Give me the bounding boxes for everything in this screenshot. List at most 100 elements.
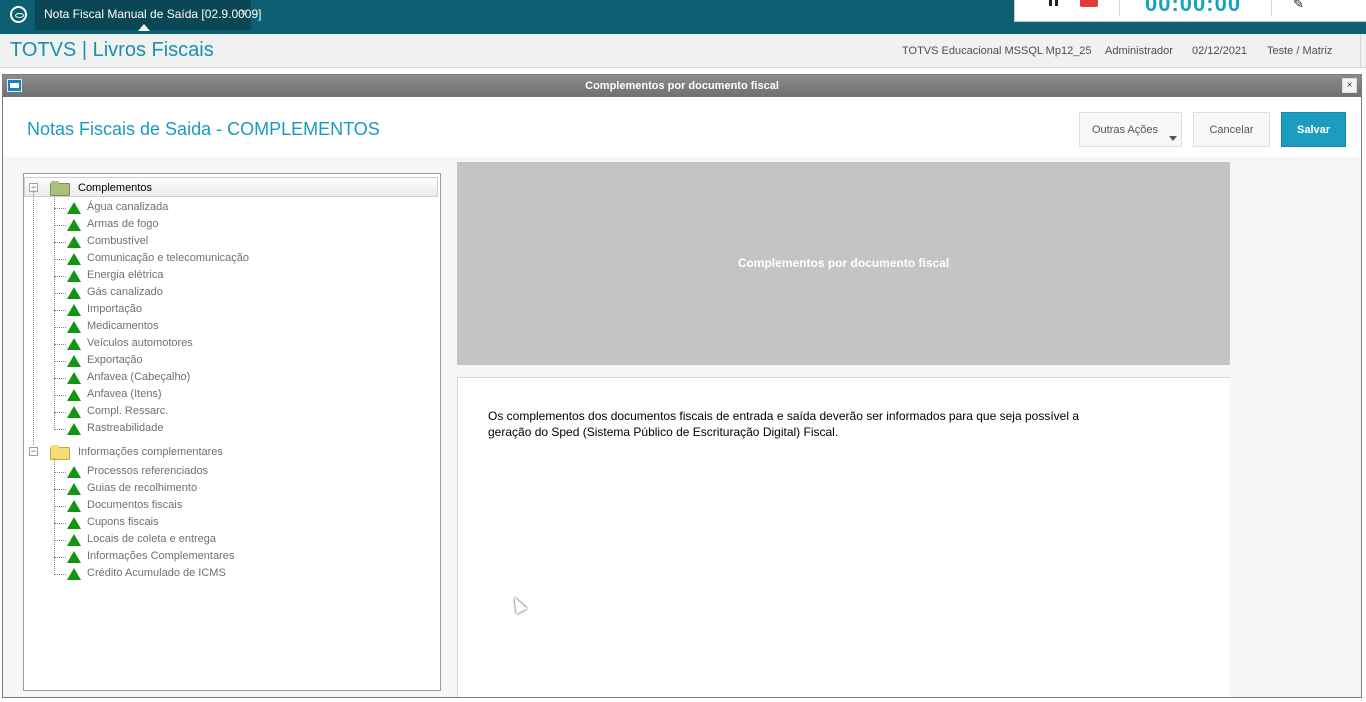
tree-item-label: Água canalizada (87, 201, 169, 213)
status-triangle-icon (67, 423, 81, 435)
tree-item[interactable]: Locais de coleta e entrega (54, 532, 424, 549)
recording-timer: 00:00:00 (1145, 0, 1242, 16)
dialog-close-button[interactable]: × (1342, 78, 1357, 93)
pen-icon[interactable]: ✎ (1293, 0, 1304, 12)
totvs-logo-icon (10, 6, 27, 23)
page-heading: Notas Fiscais de Saida - COMPLEMENTOS (27, 119, 380, 139)
tree-item-label: Comunicação e telecomunicação (87, 252, 250, 264)
dialog-title: Complementos por documento fiscal (585, 80, 779, 92)
tree-item[interactable]: Gás canalizado (54, 285, 424, 302)
tree-connector (54, 506, 66, 507)
status-triangle-icon (67, 253, 81, 265)
status-triangle-icon (67, 466, 81, 478)
tree-item[interactable]: Comunicação e telecomunicação (54, 251, 424, 268)
tree-item[interactable]: Crédito Acumulado de ICMS (54, 566, 424, 583)
tree-item[interactable]: Documentos fiscais (54, 498, 424, 515)
tree-connector (54, 378, 66, 379)
folder-icon (50, 181, 70, 196)
complementos-tree[interactable]: − Complementos Água canalizada Armas de fog… (23, 173, 441, 691)
tree-connector (54, 574, 66, 575)
app-title: TOTVS | Livros Fiscais (10, 39, 214, 61)
tree-item-label: Combustível (87, 235, 149, 247)
top-tab-bar: Nota Fiscal Manual de Saída [02.9.0009] … (0, 0, 1366, 34)
tree-connector (54, 344, 66, 345)
tree-item-label: Crédito Acumulado de ICMS (87, 567, 226, 579)
status-triangle-icon (67, 389, 81, 401)
tree-item-label: Processos referenciados (87, 465, 209, 477)
tree-item[interactable]: Combustível (54, 234, 424, 251)
banner-title: Complementos por documento fiscal (737, 256, 950, 270)
tree-item-label: Exportação (87, 354, 143, 366)
tree-item[interactable]: Compl. Ressarc. (54, 404, 424, 421)
company-label: Teste / Matriz (1267, 45, 1333, 57)
complementos-dialog: Complementos por documento fiscal × Nota… (2, 74, 1362, 698)
description-panel: Os complementos dos documentos fiscais d… (457, 377, 1230, 697)
tree-item-label: Armas de fogo (87, 218, 159, 230)
other-actions-button[interactable]: Outras Ações (1079, 112, 1182, 147)
dialog-body: − Complementos Água canalizada Armas de fog… (3, 157, 1361, 697)
tree-item-label: Guias de recolhimento (87, 482, 198, 494)
status-triangle-icon (67, 321, 81, 333)
save-button[interactable]: Salvar (1281, 112, 1346, 147)
status-triangle-icon (67, 483, 81, 495)
tree-connector (54, 276, 66, 277)
active-tab-pointer-icon (138, 24, 150, 31)
tree-connector (54, 225, 66, 226)
tree-item[interactable]: Veículos automotores (54, 336, 424, 353)
tree-item[interactable]: Rastreabilidade (54, 421, 424, 438)
tree-item[interactable]: Cupons fiscais (54, 515, 424, 532)
status-triangle-icon (67, 355, 81, 367)
status-triangle-icon (67, 270, 81, 282)
status-triangle-icon (67, 372, 81, 384)
tree-connector (54, 523, 66, 524)
dialog-title-bar[interactable]: Complementos por documento fiscal × (3, 75, 1361, 97)
tree-item-label: Veículos automotores (87, 337, 193, 349)
status-triangle-icon (67, 219, 81, 231)
tree-item-label: Cupons fiscais (87, 516, 159, 528)
tree-item[interactable]: Anfavea (Itens) (54, 387, 424, 404)
tree-connector (54, 242, 66, 243)
tree-item-label: Compl. Ressarc. (87, 405, 169, 417)
tree-expander-icon[interactable]: − (29, 447, 38, 456)
tree-item[interactable]: Armas de fogo (54, 217, 424, 234)
tree-item[interactable]: Exportação (54, 353, 424, 370)
tree-item[interactable]: Energia elétrica (54, 268, 424, 285)
tree-root-connector (33, 190, 34, 445)
status-triangle-icon (67, 500, 81, 512)
description-line-1: Os complementos dos documentos fiscais d… (488, 409, 1079, 423)
tree-connector (54, 327, 66, 328)
tab-title: Nota Fiscal Manual de Saída [02.9.0009] (44, 7, 262, 21)
status-triangle-icon (67, 406, 81, 418)
tree-connector (54, 395, 66, 396)
pause-icon[interactable] (1049, 0, 1058, 6)
tree-item[interactable]: Informações Complementares (54, 549, 424, 566)
tree-connector (54, 361, 66, 362)
tree-item-label: Medicamentos (87, 320, 159, 332)
tree-item-label: Anfavea (Itens) (87, 388, 162, 400)
stop-icon[interactable] (1080, 0, 1098, 7)
tree-item-label: Gás canalizado (87, 286, 163, 298)
tree-connector (54, 412, 66, 413)
chevron-down-icon (1169, 136, 1177, 141)
status-triangle-icon (67, 338, 81, 350)
status-triangle-icon (67, 568, 81, 580)
date-label: 02/12/2021 (1192, 45, 1248, 57)
tree-group-label[interactable]: Complementos (78, 182, 152, 194)
tree-group-label[interactable]: Informações complementares (78, 446, 223, 458)
tree-item[interactable]: Água canalizada (54, 200, 424, 217)
recorder-divider (1271, 0, 1272, 16)
tab-close-icon[interactable]: × (240, 0, 246, 26)
status-triangle-icon (67, 236, 81, 248)
tree-item[interactable]: Processos referenciados (54, 464, 424, 481)
tree-item[interactable]: Medicamentos (54, 319, 424, 336)
tree-item-label: Importação (87, 303, 143, 315)
tree-item-label: Energia elétrica (87, 269, 164, 281)
status-triangle-icon (67, 304, 81, 316)
tree-item[interactable]: Importação (54, 302, 424, 319)
cancel-button[interactable]: Cancelar (1193, 112, 1270, 147)
tree-item[interactable]: Anfavea (Cabeçalho) (54, 370, 424, 387)
tree-item[interactable]: Guias de recolhimento (54, 481, 424, 498)
status-triangle-icon (67, 287, 81, 299)
status-triangle-icon (67, 202, 81, 214)
app-header: TOTVS | Livros Fiscais TOTVS Educacional… (0, 34, 1366, 68)
